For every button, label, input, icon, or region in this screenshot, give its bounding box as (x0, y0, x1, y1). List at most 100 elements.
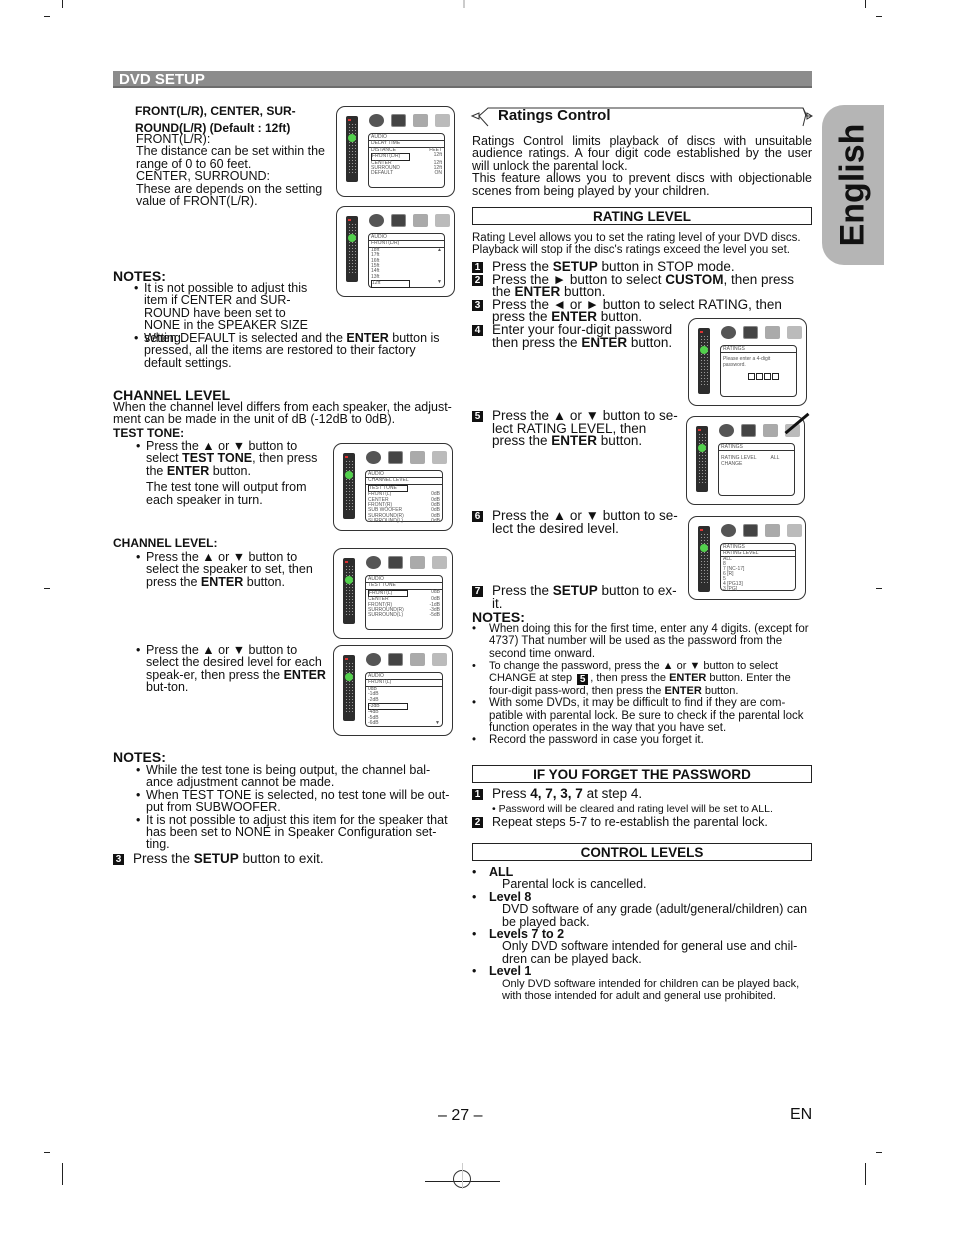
osd-menu: RATINGS Please enter a 4-digit password. (720, 345, 797, 397)
notes-list: When doing this for the first time, ente… (472, 623, 812, 747)
osd-value: ALL (770, 455, 780, 462)
remote-icon (343, 655, 355, 721)
note-item: Record the password in case you forget i… (472, 734, 812, 747)
osd-menu: AUDIO CHANNEL LEVEL TEST TONE FRONT(L) 0d… (365, 470, 443, 525)
key-icon (787, 326, 802, 339)
distance-description: FRONT(L/R): The distance can be set with… (136, 133, 336, 208)
remote-icon (343, 453, 355, 519)
text: Press (492, 786, 531, 801)
text: Press the (133, 851, 194, 866)
channel-level-description: When the channel level differs from each… (113, 400, 452, 427)
key-icon (435, 114, 450, 127)
text-line: CENTER, SURROUND: (136, 169, 271, 184)
crop-mark (865, 1163, 866, 1185)
osd-label: DEFAULT (371, 170, 394, 177)
test-tone-instruction: Press the ▲ or ▼ button to select TEST T… (136, 440, 332, 506)
step-number: 2 (472, 274, 483, 286)
osd-menu: RATINGS RATING LEVEL ALL 8 7 [NC-17] 6 [… (720, 543, 796, 592)
notes-list: While the test tone is being output, the… (136, 764, 454, 851)
control-levels-heading: CONTROL LEVELS (472, 843, 812, 861)
text-line: The distance can be set within the (136, 144, 326, 159)
note-item: It is not possible to adjust this item f… (136, 813, 454, 851)
bold-text: SETUP (552, 583, 598, 598)
control-level-item: Levels 7 to 2Only DVD software intended … (472, 928, 812, 965)
key-icon (435, 214, 450, 227)
level-description: DVD software of any grade (adult/general… (502, 902, 808, 929)
bold-text: 4, 7, 3, 7 (530, 786, 583, 801)
forget-step-1: 1 Press 4, 7, 3, 7 at step 4. (472, 786, 643, 801)
channel-level-instruction-1: Press the ▲ or ▼ button to select the sp… (136, 551, 332, 588)
audio-icon (410, 451, 425, 464)
channel-level-instruction-2: Press the ▲ or ▼ button to select the de… (136, 644, 332, 694)
setup-menu-icons (369, 114, 450, 127)
text: at step 4. (582, 786, 643, 801)
note-item: With some DVDs, it may be difficult to f… (472, 697, 812, 734)
password-boxes (748, 373, 794, 381)
setup-menu-icons (369, 214, 450, 227)
osd-value: 0dB (431, 518, 440, 525)
speaker-icon (369, 214, 384, 227)
osd-label: -6dB (368, 720, 379, 727)
control-levels-list: ALLParental lock is cancelled. Level 8DV… (472, 866, 812, 1002)
crop-mark (463, 0, 465, 8)
crop-mark (44, 588, 50, 589)
remote-icon (343, 558, 355, 624)
notes-list: When DEFAULT is selected and the ENTER b… (134, 332, 444, 369)
forget-step-2: 2 Repeat steps 5-7 to re-establish the pa… (472, 816, 768, 829)
note-item: Press the ▲ or ▼ button to select the de… (136, 644, 332, 694)
key-icon (432, 556, 447, 569)
crop-mark (62, 1163, 63, 1185)
tv-icon (391, 214, 406, 227)
osd-label: SURROUND(L) (368, 518, 403, 525)
speaker-icon (366, 451, 381, 464)
step-number: 5 (472, 411, 483, 422)
audio-icon (413, 214, 428, 227)
ratings-intro: Ratings Control limits playback of discs… (472, 135, 812, 197)
setup-menu-icons (721, 524, 802, 537)
bold-text: ENTER (283, 667, 326, 682)
crop-mark (865, 0, 866, 8)
control-level-item: ALLParental lock is cancelled. (472, 866, 812, 891)
osd-menu: AUDIO TEST TONE FRONT(L) 0dB CENTER 0dB FR… (365, 575, 443, 630)
osd-label: SURROUND(L) (368, 612, 403, 619)
screen-level-select: AUDIO FRONT(L) 0dB -1dB -2dB -3dB -4dB -… (333, 645, 453, 736)
crop-mark (62, 0, 63, 8)
step-text: Press the SETUP button to ex-it. (492, 583, 682, 610)
step-number: 7 (472, 586, 483, 597)
digit-box (748, 373, 755, 381)
tv-icon (743, 326, 758, 339)
step-text: Press the SETUP button to exit. (133, 851, 324, 866)
step-text: Press the ▲ or ▼ button to se-lect the d… (492, 508, 678, 536)
bold-text: ENTER (166, 463, 210, 478)
setup-menu-icons (366, 556, 447, 569)
osd-row: SURROUND(L) 0dB (368, 518, 440, 525)
digit-box (756, 373, 763, 381)
audio-icon (410, 653, 425, 666)
page-number: – 27 – (438, 1107, 483, 1124)
test-tone-heading: TEST TONE: (113, 426, 185, 440)
crop-mark (876, 588, 882, 589)
digit-box (764, 373, 771, 381)
rating-level-description: Rating Level allows you to set the ratin… (472, 232, 801, 257)
note-item: When DEFAULT is selected and the ENTER b… (134, 332, 444, 369)
tv-icon (391, 114, 406, 127)
screen-rating-level-list: RATINGS RATING LEVEL ALL 8 7 [NC-17] 6 [… (688, 516, 806, 600)
remote-icon (346, 116, 358, 182)
text: , then press the (590, 672, 670, 685)
speaker-icon (369, 114, 384, 127)
step-number: 6 (472, 511, 483, 522)
setup-menu-icons (366, 451, 447, 464)
osd-row: -6dB ▼ (368, 720, 440, 727)
speaker-icon (719, 424, 734, 437)
text: but-ton. (146, 680, 189, 695)
step-4: 4 Enter your four-digit password then pre… (472, 323, 682, 349)
note-item: Press the ▲ or ▼ button to select TEST T… (136, 440, 332, 478)
forget-step-1-note: • Password will be cleared and rating le… (492, 803, 773, 815)
step-3-exit: 3 Press the SETUP button to exit. (113, 851, 324, 866)
speaker-icon (721, 326, 736, 339)
ratings-control-title: Ratings Control (498, 107, 611, 124)
osd-menu: RATINGS RATING LEVEL ALL CHANGE (718, 443, 795, 496)
language-code: EN (790, 1106, 813, 1123)
forget-password-heading: IF YOU FORGET THE PASSWORD (472, 765, 812, 783)
step-number: 3 (472, 299, 483, 311)
